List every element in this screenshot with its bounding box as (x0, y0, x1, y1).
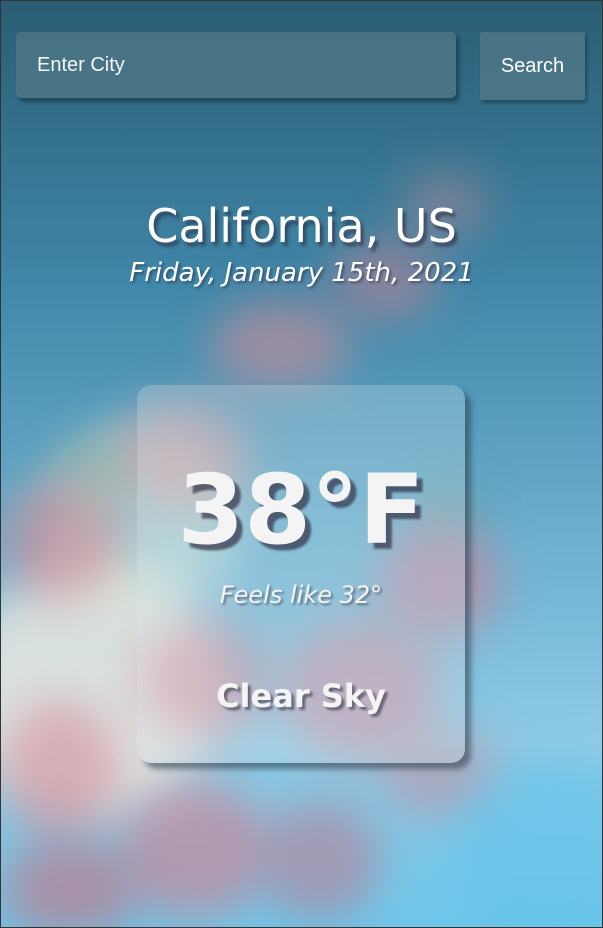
weather-condition: Clear Sky (216, 677, 386, 715)
search-bar: Search (16, 32, 585, 100)
location-header: California, US Friday, January 15th, 202… (0, 198, 603, 288)
temperature-value: 38°F (177, 454, 425, 566)
weather-card: 38°F Feels like 32° Clear Sky (137, 385, 465, 763)
feels-like-text: Feels like 32° (219, 581, 383, 609)
current-date: Friday, January 15th, 2021 (129, 258, 474, 288)
city-name: California, US (146, 199, 457, 253)
city-search-input[interactable] (16, 32, 456, 98)
search-button[interactable]: Search (480, 32, 585, 100)
